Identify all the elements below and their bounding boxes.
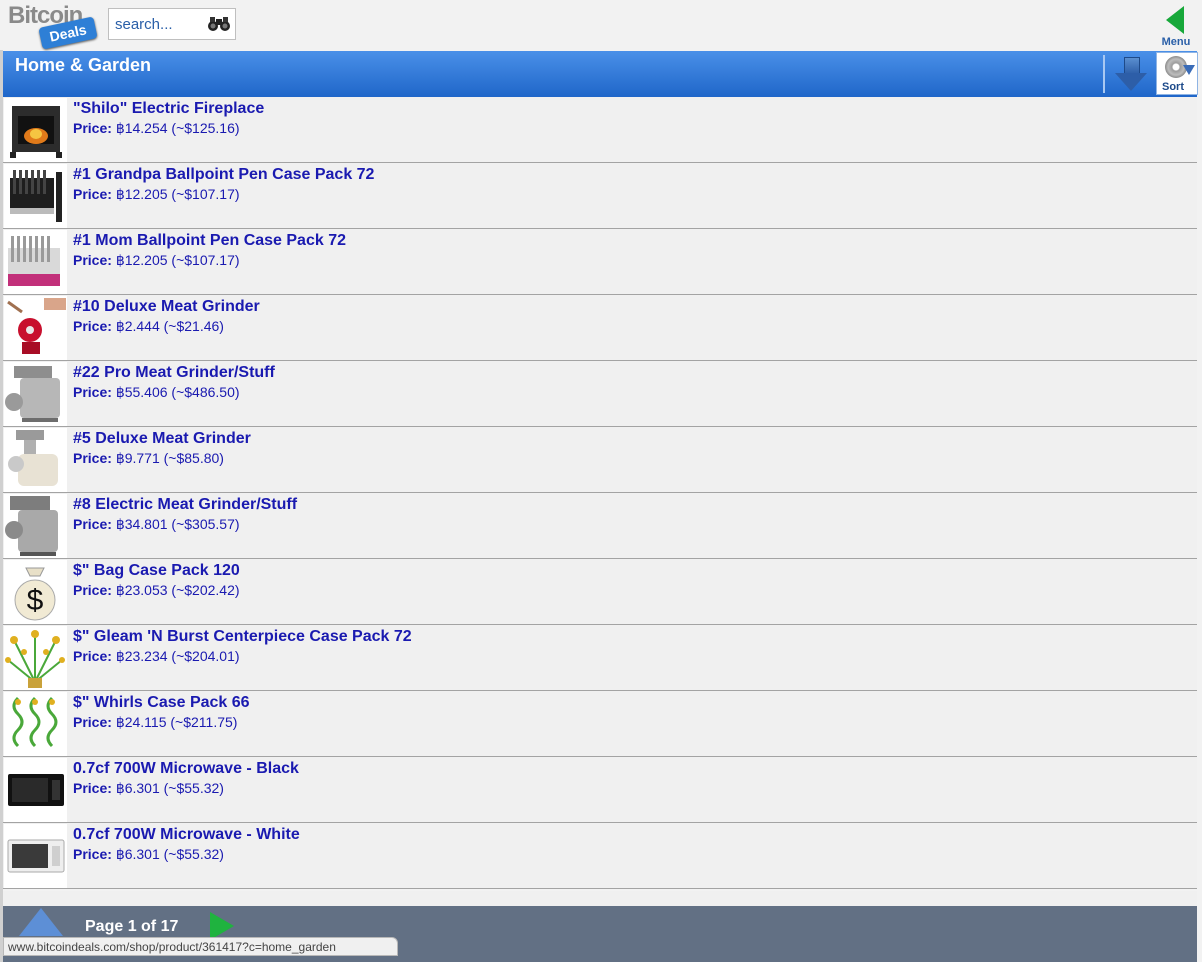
product-row[interactable]: $ $" Bag Case Pack 120 Price: ฿23.053 (~… [3, 559, 1197, 625]
product-price: Price: ฿12.205 (~$107.17) [73, 186, 240, 202]
product-row[interactable]: #10 Deluxe Meat Grinder Price: ฿2.444 (~… [3, 295, 1197, 361]
product-name[interactable]: #10 Deluxe Meat Grinder [73, 298, 260, 316]
product-row[interactable]: 0.7cf 700W Microwave - White Price: ฿6.3… [3, 823, 1197, 889]
product-name[interactable]: $" Whirls Case Pack 66 [73, 694, 250, 712]
centerpiece-icon [4, 626, 67, 690]
divider [1103, 55, 1105, 93]
product-name[interactable]: "Shilo" Electric Fireplace [73, 100, 264, 118]
microwave-icon [4, 758, 67, 822]
product-price: Price: ฿6.301 (~$55.32) [73, 780, 224, 796]
scroll-down-button[interactable] [1111, 55, 1153, 95]
meat-grinder-icon [4, 428, 67, 492]
product-price: Price: ฿24.115 (~$211.75) [73, 714, 238, 730]
next-page-button[interactable] [210, 912, 234, 940]
meat-grinder-icon [4, 494, 67, 558]
menu-button[interactable]: Menu [1156, 4, 1196, 48]
bitcoin-deals-logo[interactable]: Bitcoin Deals [6, 2, 102, 50]
pens-icon [4, 164, 67, 228]
microwave-icon [4, 824, 67, 888]
product-row[interactable]: $" Whirls Case Pack 66 Price: ฿24.115 (~… [3, 691, 1197, 757]
product-row[interactable]: #8 Electric Meat Grinder/Stuff Price: ฿3… [3, 493, 1197, 559]
product-price: Price: ฿14.254 (~$125.16) [73, 120, 240, 136]
scroll-up-button[interactable] [19, 908, 63, 936]
down-arrow-head [1115, 73, 1147, 91]
browser-status-bar: www.bitcoindeals.com/shop/product/361417… [3, 937, 398, 956]
sort-arrow-icon [1183, 65, 1195, 75]
product-name[interactable]: #1 Mom Ballpoint Pen Case Pack 72 [73, 232, 346, 250]
top-bar: Bitcoin Deals Menu [0, 0, 1202, 50]
product-price: Price: ฿6.301 (~$55.32) [73, 846, 224, 862]
category-bar: Home & Garden Sort [3, 51, 1198, 97]
product-price: Price: ฿34.801 (~$305.57) [73, 516, 240, 532]
whirls-icon [4, 692, 67, 756]
back-arrow-icon [1166, 6, 1184, 34]
fireplace-icon [4, 98, 67, 162]
product-name[interactable]: $" Gleam 'N Burst Centerpiece Case Pack … [73, 628, 412, 646]
product-name[interactable]: $" Bag Case Pack 120 [73, 562, 240, 580]
product-name[interactable]: #8 Electric Meat Grinder/Stuff [73, 496, 297, 514]
svg-text:$: $ [27, 584, 44, 617]
product-price: Price: ฿23.053 (~$202.42) [73, 582, 240, 598]
product-row[interactable]: #1 Grandpa Ballpoint Pen Case Pack 72 Pr… [3, 163, 1197, 229]
product-row[interactable]: $" Gleam 'N Burst Centerpiece Case Pack … [3, 625, 1197, 691]
product-price: Price: ฿55.406 (~$486.50) [73, 384, 240, 400]
product-row[interactable]: #1 Mom Ballpoint Pen Case Pack 72 Price:… [3, 229, 1197, 295]
search-input[interactable] [109, 9, 217, 39]
product-price: Price: ฿23.234 (~$204.01) [73, 648, 240, 664]
product-price: Price: ฿9.771 (~$85.80) [73, 450, 224, 466]
product-name[interactable]: #5 Deluxe Meat Grinder [73, 430, 251, 448]
product-name[interactable]: #22 Pro Meat Grinder/Stuff [73, 364, 275, 382]
product-row[interactable]: 0.7cf 700W Microwave - Black Price: ฿6.3… [3, 757, 1197, 823]
category-title: Home & Garden [15, 55, 152, 75]
meat-grinder-icon [4, 362, 67, 426]
binoculars-icon[interactable] [207, 15, 231, 33]
product-row[interactable]: #5 Deluxe Meat Grinder Price: ฿9.771 (~$… [3, 427, 1197, 493]
sort-label: Sort [1162, 81, 1184, 93]
product-price: Price: ฿2.444 (~$21.46) [73, 318, 224, 334]
money-bag-icon: $ [4, 560, 67, 624]
page-indicator: Page 1 of 17 [85, 918, 179, 935]
menu-label: Menu [1161, 36, 1191, 48]
meat-grinder-icon [4, 296, 67, 360]
status-url: www.bitcoindeals.com/shop/product/361417… [8, 940, 336, 954]
product-row[interactable]: #22 Pro Meat Grinder/Stuff Price: ฿55.40… [3, 361, 1197, 427]
product-name[interactable]: #1 Grandpa Ballpoint Pen Case Pack 72 [73, 166, 374, 184]
product-list: "Shilo" Electric Fireplace Price: ฿14.25… [3, 97, 1197, 889]
sort-button[interactable]: Sort [1156, 52, 1198, 95]
product-name[interactable]: 0.7cf 700W Microwave - Black [73, 760, 299, 778]
product-price: Price: ฿12.205 (~$107.17) [73, 252, 240, 268]
pens-icon [4, 230, 67, 294]
product-row[interactable]: "Shilo" Electric Fireplace Price: ฿14.25… [3, 97, 1197, 163]
search-box [108, 8, 236, 40]
list-spacer [3, 891, 1197, 906]
product-name[interactable]: 0.7cf 700W Microwave - White [73, 826, 300, 844]
